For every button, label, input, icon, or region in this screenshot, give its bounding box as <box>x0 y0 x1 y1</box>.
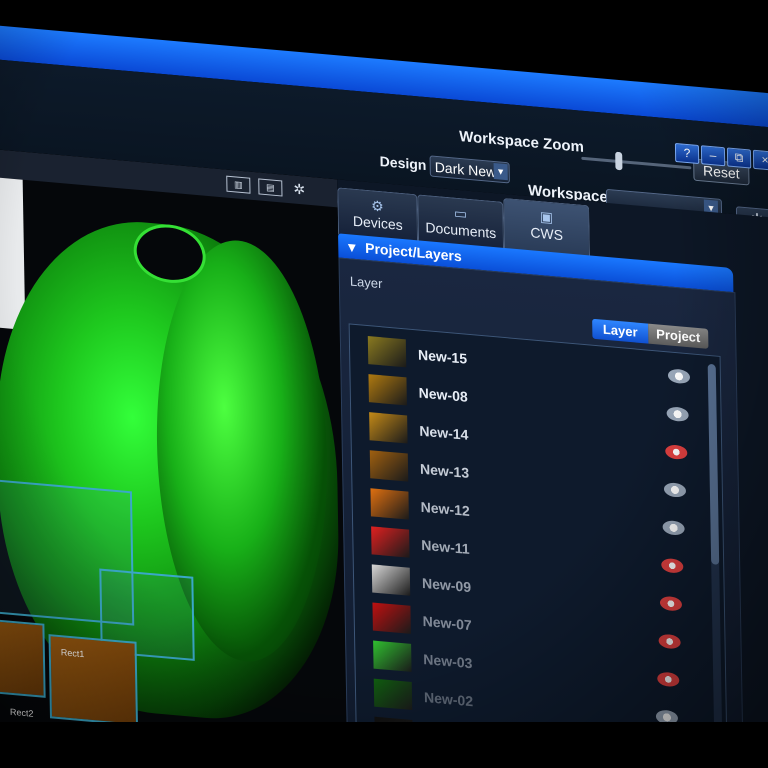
gear-icon[interactable]: ✲ <box>288 180 310 197</box>
eye-icon[interactable] <box>667 368 691 385</box>
eye-hidden-icon[interactable] <box>665 444 688 461</box>
tile-label: Rect1 <box>60 647 85 660</box>
restore-button[interactable]: ⧉ <box>726 147 752 169</box>
eye-icon[interactable] <box>663 481 687 498</box>
eye-hidden-icon[interactable] <box>659 595 683 612</box>
screen-photo: Workspace Zoom Reset Design Dark New ▼ W… <box>0 0 768 768</box>
eye-icon[interactable] <box>662 519 685 536</box>
workspace-zoom-label: Workspace Zoom <box>459 127 585 156</box>
layer-thumbnail <box>371 526 410 558</box>
tile-label: Rect2 <box>9 706 34 719</box>
layer-thumbnail <box>370 488 409 520</box>
eye-hidden-icon[interactable] <box>657 671 680 688</box>
tab-devices[interactable]: ⚙ Devices <box>337 187 419 242</box>
layer-thumbnail <box>373 678 413 710</box>
minimize-button[interactable]: – <box>700 145 726 167</box>
layer-thumbnail <box>372 602 411 634</box>
layer-thumbnail <box>373 640 412 672</box>
layer-toggle-button[interactable]: Layer <box>592 318 649 344</box>
grid-view-icon[interactable]: ▥ <box>226 175 251 194</box>
project-layers-panel: Layer Layer Project New-15 New-08 New-14 Ne… <box>338 257 745 768</box>
eye-icon[interactable] <box>666 406 689 423</box>
tab-cws[interactable]: ▣ CWS <box>503 197 591 257</box>
layer-thumbnail <box>369 450 409 482</box>
close-button[interactable]: × <box>752 149 768 171</box>
layer-list: New-15 New-08 New-14 New-13 New-12 New-11 New-… <box>348 323 729 768</box>
side-panel: ⚙ Devices ▭ Documents ▣ CWS ▾ Project/La… <box>337 179 768 768</box>
monitor-bezel <box>0 722 768 768</box>
application-window: Workspace Zoom Reset Design Dark New ▼ W… <box>0 24 768 768</box>
layer-name: New-15 <box>417 346 468 367</box>
layer-name: New-13 <box>419 460 470 481</box>
design-label: Design <box>379 153 427 174</box>
layer-name: New-14 <box>419 422 469 443</box>
layer-name: New-08 <box>418 384 468 405</box>
layer-name: New-11 <box>421 536 470 557</box>
layer-thumbnail <box>371 564 411 596</box>
tab-label: Devices <box>352 212 403 234</box>
zoom-slider-handle[interactable] <box>615 151 623 171</box>
layer-thumbnail <box>369 412 408 444</box>
chevron-down-icon[interactable]: ▼ <box>493 163 508 181</box>
eye-hidden-icon[interactable] <box>658 633 681 650</box>
eye-hidden-icon[interactable] <box>661 557 684 574</box>
image-viewer[interactable]: ▥ ▤ ✲ Rect1 Rect2 <box>0 148 348 761</box>
layer-name: New-07 <box>422 612 472 634</box>
layer-name: New-12 <box>420 498 470 520</box>
layer-name: New-09 <box>421 574 472 596</box>
layer-name: New-02 <box>423 688 474 710</box>
layer-thumbnail <box>368 374 407 406</box>
project-toggle-button[interactable]: Project <box>648 323 709 349</box>
tab-label: CWS <box>530 224 564 244</box>
split-view-icon[interactable]: ▤ <box>258 178 283 197</box>
layer-name: New-03 <box>423 650 473 672</box>
collapse-arrow-icon[interactable]: ▾ <box>348 238 355 255</box>
layer-section-label: Layer <box>349 273 383 292</box>
layer-thumbnail <box>367 336 407 368</box>
help-button[interactable]: ? <box>674 142 700 165</box>
image-tile[interactable] <box>0 618 46 698</box>
